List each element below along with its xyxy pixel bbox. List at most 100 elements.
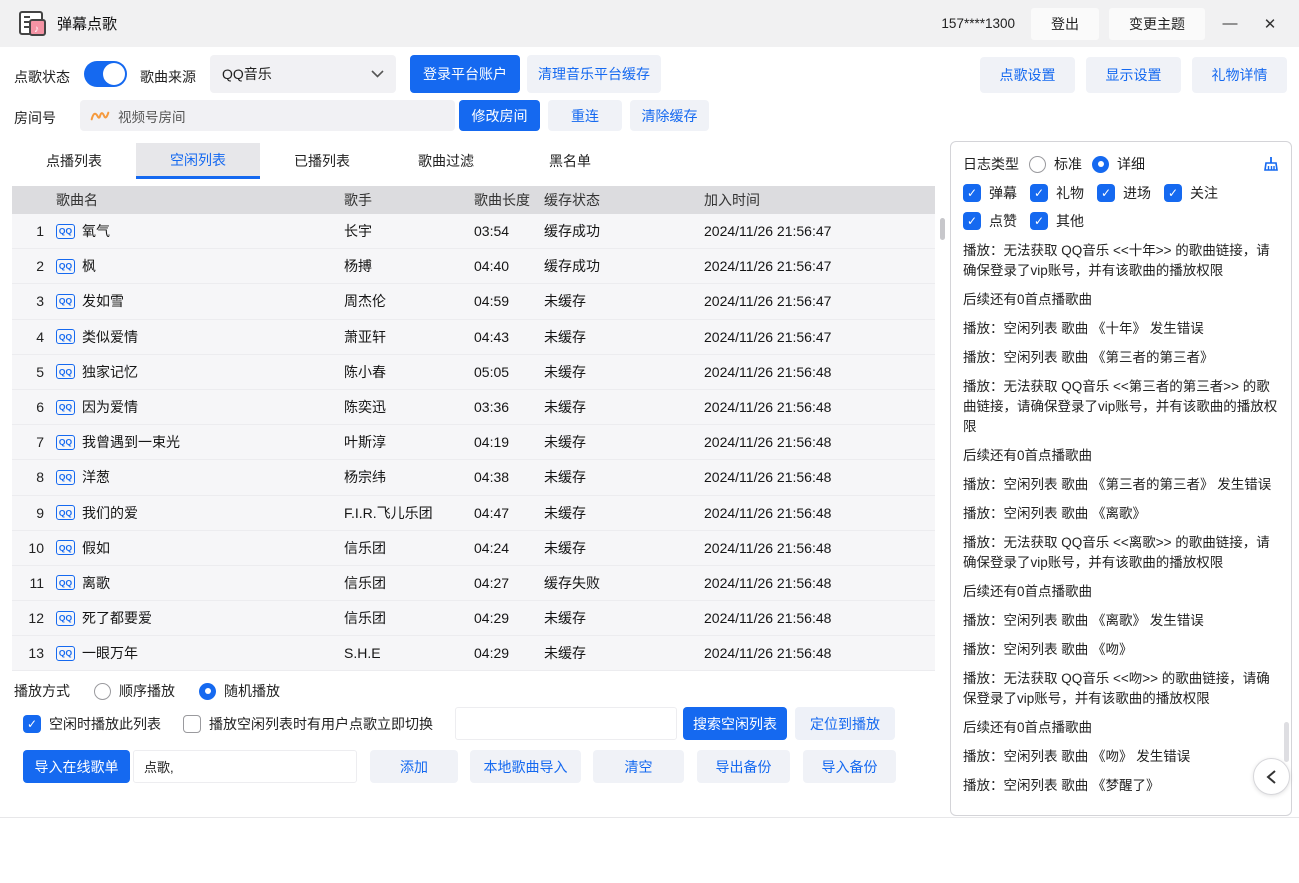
switch-on-request-checkbox[interactable]: 播放空闲列表时有用户点歌立即切换 [183, 714, 433, 734]
table-row[interactable]: 2QQ枫杨搏04:40缓存成功2024/11/26 21:56:47 [12, 249, 935, 284]
local-import-button[interactable]: 本地歌曲导入 [470, 750, 581, 783]
chevron-down-icon [371, 70, 384, 78]
table-header: 歌曲名歌手歌曲长度缓存状态加入时间 [12, 186, 935, 214]
qq-music-icon: QQ [56, 646, 75, 661]
song-duration: 04:38 [468, 469, 538, 485]
music-source-value: QQ音乐 [222, 64, 272, 84]
table-row[interactable]: 3QQ发如雪周杰伦04:59未缓存2024/11/26 21:56:47 [12, 284, 935, 319]
music-source-select[interactable]: QQ音乐 [210, 55, 396, 93]
log-filter-checkbox[interactable]: ✓进场 [1097, 183, 1151, 203]
add-button[interactable]: 添加 [370, 750, 458, 783]
song-name-cell: QQ发如雪 [56, 291, 338, 311]
clear-list-button[interactable]: 清空 [593, 750, 684, 783]
song-artist: 信乐团 [338, 538, 468, 558]
tab-idle-list[interactable]: 空闲列表 [136, 143, 260, 179]
import-online-playlist-button[interactable]: 导入在线歌单 [23, 750, 130, 783]
svg-text:♪: ♪ [34, 24, 39, 35]
row-index: 11 [12, 575, 56, 591]
import-backup-button[interactable]: 导入备份 [803, 750, 896, 783]
song-duration: 04:43 [468, 329, 538, 345]
radio-icon-selected[interactable] [199, 683, 216, 700]
checkbox-icon[interactable]: ✓ [1097, 184, 1115, 202]
table-row[interactable]: 10QQ假如信乐团04:24未缓存2024/11/26 21:56:48 [12, 531, 935, 566]
radio-log-detailed[interactable]: 详细 [1092, 154, 1145, 174]
table-row[interactable]: 11QQ离歌信乐团04:27缓存失败2024/11/26 21:56:48 [12, 566, 935, 601]
checkbox-icon[interactable]: ✓ [1030, 184, 1048, 202]
table-row[interactable]: 9QQ我们的爱F.I.R.飞儿乐团04:47未缓存2024/11/26 21:5… [12, 496, 935, 531]
table-row[interactable]: 4QQ类似爱情萧亚轩04:43未缓存2024/11/26 21:56:47 [12, 320, 935, 355]
change-theme-button[interactable]: 变更主题 [1109, 8, 1205, 40]
tab-blacklist[interactable]: 黑名单 [508, 143, 632, 179]
radio-icon[interactable] [1029, 156, 1046, 173]
song-name: 一眼万年 [82, 643, 138, 663]
log-filter-checkbox[interactable]: ✓弹幕 [963, 183, 1017, 203]
table-scrollbar-thumb[interactable] [940, 218, 945, 240]
song-request-toggle[interactable] [84, 61, 127, 87]
table-row[interactable]: 12QQ死了都要爱信乐团04:29未缓存2024/11/26 21:56:48 [12, 601, 935, 636]
row-index: 3 [12, 293, 56, 309]
table-row[interactable]: 1QQ氧气长宇03:54缓存成功2024/11/26 21:56:47 [12, 214, 935, 249]
song-name-cell: QQ类似爱情 [56, 327, 338, 347]
checkbox-icon[interactable]: ✓ [963, 184, 981, 202]
display-settings-button[interactable]: 显示设置 [1086, 57, 1181, 93]
cache-status: 未缓存 [538, 503, 698, 523]
reconnect-button[interactable]: 重连 [548, 100, 622, 131]
radio-icon-selected[interactable] [1092, 156, 1109, 173]
log-entry: 播放：无法获取 QQ音乐 <<十年>> 的歌曲链接，请确保登录了vip账号，并有… [963, 241, 1279, 281]
table-row[interactable]: 5QQ独家记忆陈小春05:05未缓存2024/11/26 21:56:48 [12, 355, 935, 390]
log-filter-checkbox[interactable]: ✓礼物 [1030, 183, 1084, 203]
song-name: 洋葱 [82, 467, 110, 487]
login-platform-button[interactable]: 登录平台账户 [410, 55, 520, 93]
source-label: 歌曲来源 [140, 67, 196, 87]
minimize-button[interactable]: — [1215, 9, 1245, 39]
log-filter-checkbox[interactable]: ✓点赞 [963, 211, 1017, 231]
checkbox-icon[interactable]: ✓ [963, 212, 981, 230]
log-list: 播放：无法获取 QQ音乐 <<十年>> 的歌曲链接，请确保登录了vip账号，并有… [963, 241, 1279, 801]
cache-status: 未缓存 [538, 362, 698, 382]
checkbox-icon[interactable]: ✓ [23, 715, 41, 733]
table-row[interactable]: 8QQ洋葱杨宗纬04:38未缓存2024/11/26 21:56:48 [12, 460, 935, 495]
gift-details-button[interactable]: 礼物详情 [1192, 57, 1287, 93]
toggle-knob [103, 63, 125, 85]
column-header: 歌曲长度 [468, 190, 538, 210]
qq-music-icon: QQ [56, 611, 75, 626]
song-artist: 长宇 [338, 221, 468, 241]
idle-play-checkbox[interactable]: ✓ 空闲时播放此列表 [23, 714, 161, 734]
table-row[interactable]: 7QQ我曾遇到一束光叶斯淳04:19未缓存2024/11/26 21:56:48 [12, 425, 935, 460]
import-keyword-input[interactable]: 点歌, [133, 750, 357, 783]
clean-music-cache-button[interactable]: 清理音乐平台缓存 [527, 55, 661, 93]
table-row[interactable]: 6QQ因为爱情陈奕迅03:36未缓存2024/11/26 21:56:48 [12, 390, 935, 425]
tab-song-filter[interactable]: 歌曲过滤 [384, 143, 508, 179]
tab-request-list[interactable]: 点播列表 [12, 143, 136, 179]
song-settings-button[interactable]: 点歌设置 [980, 57, 1075, 93]
room-input[interactable]: 视频号房间 [80, 100, 455, 131]
cache-status: 未缓存 [538, 327, 698, 347]
collapse-panel-button[interactable] [1253, 758, 1290, 795]
cache-status: 未缓存 [538, 608, 698, 628]
radio-random[interactable]: 随机播放 [199, 681, 280, 701]
radio-log-standard[interactable]: 标准 [1029, 154, 1082, 174]
qq-music-icon: QQ [56, 400, 75, 415]
clear-log-icon[interactable] [1261, 155, 1279, 173]
room-input-text: 视频号房间 [118, 106, 186, 126]
log-scrollbar-thumb[interactable] [1284, 722, 1289, 762]
row-index: 7 [12, 434, 56, 450]
log-filter-checkbox[interactable]: ✓其他 [1030, 211, 1084, 231]
checkbox-icon[interactable]: ✓ [1030, 212, 1048, 230]
logout-button[interactable]: 登出 [1031, 8, 1099, 40]
idle-search-input[interactable] [455, 707, 677, 740]
tab-played-list[interactable]: 已播列表 [260, 143, 384, 179]
export-backup-button[interactable]: 导出备份 [697, 750, 790, 783]
clear-cache-button[interactable]: 清除缓存 [630, 100, 709, 131]
modify-room-button[interactable]: 修改房间 [459, 100, 540, 131]
table-row[interactable]: 13QQ一眼万年S.H.E04:29未缓存2024/11/26 21:56:48 [12, 636, 935, 671]
checkbox-icon[interactable]: ✓ [1164, 184, 1182, 202]
locate-playing-button[interactable]: 定位到播放 [795, 707, 895, 740]
checkbox-icon[interactable] [183, 715, 201, 733]
radio-icon[interactable] [94, 683, 111, 700]
qq-music-icon: QQ [56, 294, 75, 309]
radio-sequential[interactable]: 顺序播放 [94, 681, 175, 701]
log-filter-checkbox[interactable]: ✓关注 [1164, 183, 1218, 203]
search-idle-list-button[interactable]: 搜索空闲列表 [683, 707, 787, 740]
close-button[interactable]: ✕ [1255, 9, 1285, 39]
